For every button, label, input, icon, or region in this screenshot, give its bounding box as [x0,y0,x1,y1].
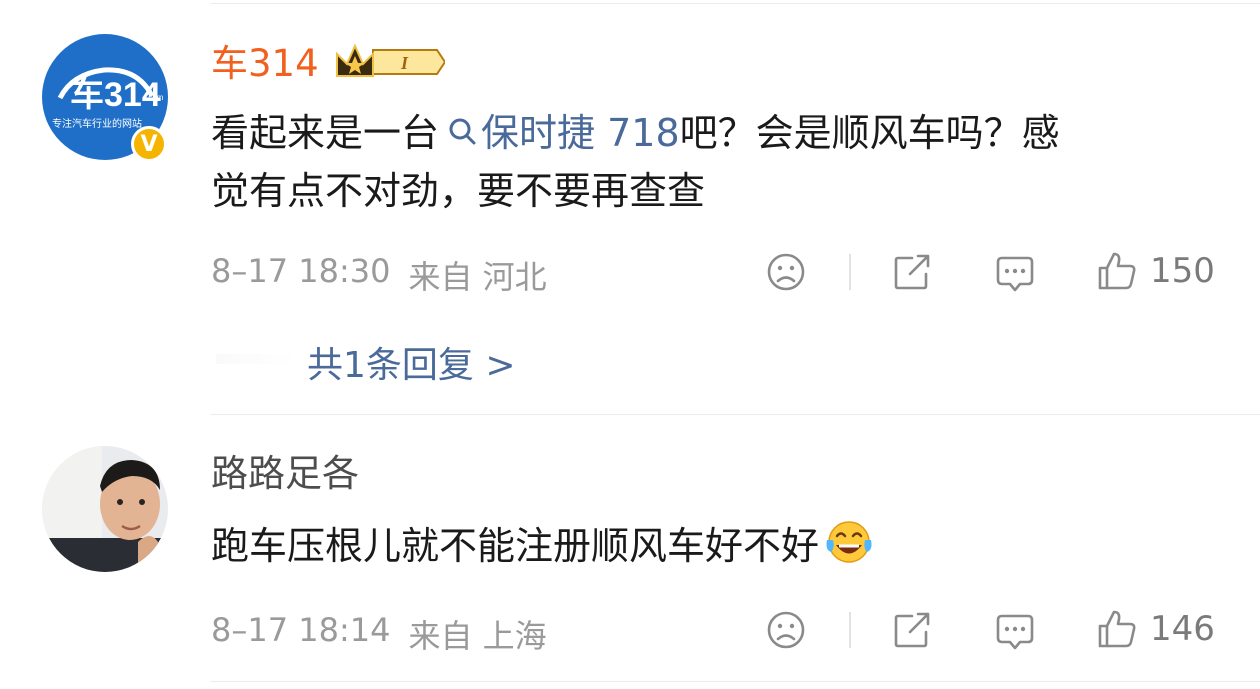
comment-icon[interactable] [994,252,1036,294]
bottom-divider [210,681,1260,682]
level-badge-text: I [400,53,409,73]
dislike-icon[interactable] [766,610,806,650]
topic-label: 保时捷 718 [481,111,680,155]
comment-meta: 8–17 18:14 来自 上海 [211,611,547,657]
search-icon [447,104,477,162]
comment-location: 来自 河北 [408,258,547,296]
action-separator [849,254,851,290]
verified-badge: V [131,126,167,162]
comment-date: 8–17 18:30 [211,252,391,290]
like-button[interactable]: 150 [1096,250,1215,292]
like-count: 146 [1150,609,1215,649]
like-icon [1096,608,1138,650]
comment-item: 车314 .com 专注汽车行业的网站 V 车314 I 看起来是一台 保时捷 7… [0,0,1260,415]
laughing-tears-emoji [823,518,875,580]
comment-text-part: 跑车压根儿就不能注册顺风车好不好 [211,524,820,568]
action-separator [849,612,851,648]
share-icon[interactable] [892,252,932,292]
dislike-icon[interactable] [766,252,806,292]
comment-icon[interactable] [994,610,1036,652]
view-replies-link[interactable]: 共1条回复 > [307,336,516,388]
share-icon[interactable] [892,610,932,650]
comment-text: 看起来是一台 保时捷 718 吧？会是顺风车吗？感 觉有点不对劲，要不要再查查 [211,104,1211,220]
username[interactable]: 车314 [211,42,319,86]
avatar-brand-com: .com [146,93,164,102]
comment-item: 路路足各 跑车压根儿就不能注册顺风车好不好 8–17 18:14 来自 上海 1… [0,415,1260,689]
comment-text-part: 看起来是一台 [211,111,440,155]
topic-link[interactable]: 保时捷 718 [439,104,680,162]
comment-text: 跑车压根儿就不能注册顺风车好不好 [211,517,1211,580]
reply-fade [216,354,298,364]
comment-text-part: 吧？会是顺风车吗？感 [679,111,1060,155]
avatar[interactable] [42,446,168,572]
comment-text-line2: 觉有点不对劲，要不要再查查 [211,169,706,213]
crown-badge-icon[interactable]: I [333,40,446,88]
avatar-slogan: 专注汽车行业的网站 [52,117,142,130]
comment-location: 来自 上海 [408,617,547,655]
comment-date: 8–17 18:14 [211,611,391,649]
name-row: 路路足各 [211,452,359,496]
like-button[interactable]: 146 [1096,608,1215,650]
name-row: 车314 I [211,40,446,88]
like-count: 150 [1150,251,1215,291]
comment-meta: 8–17 18:30 来自 河北 [211,252,547,298]
username[interactable]: 路路足各 [211,452,359,496]
like-icon [1096,250,1138,292]
